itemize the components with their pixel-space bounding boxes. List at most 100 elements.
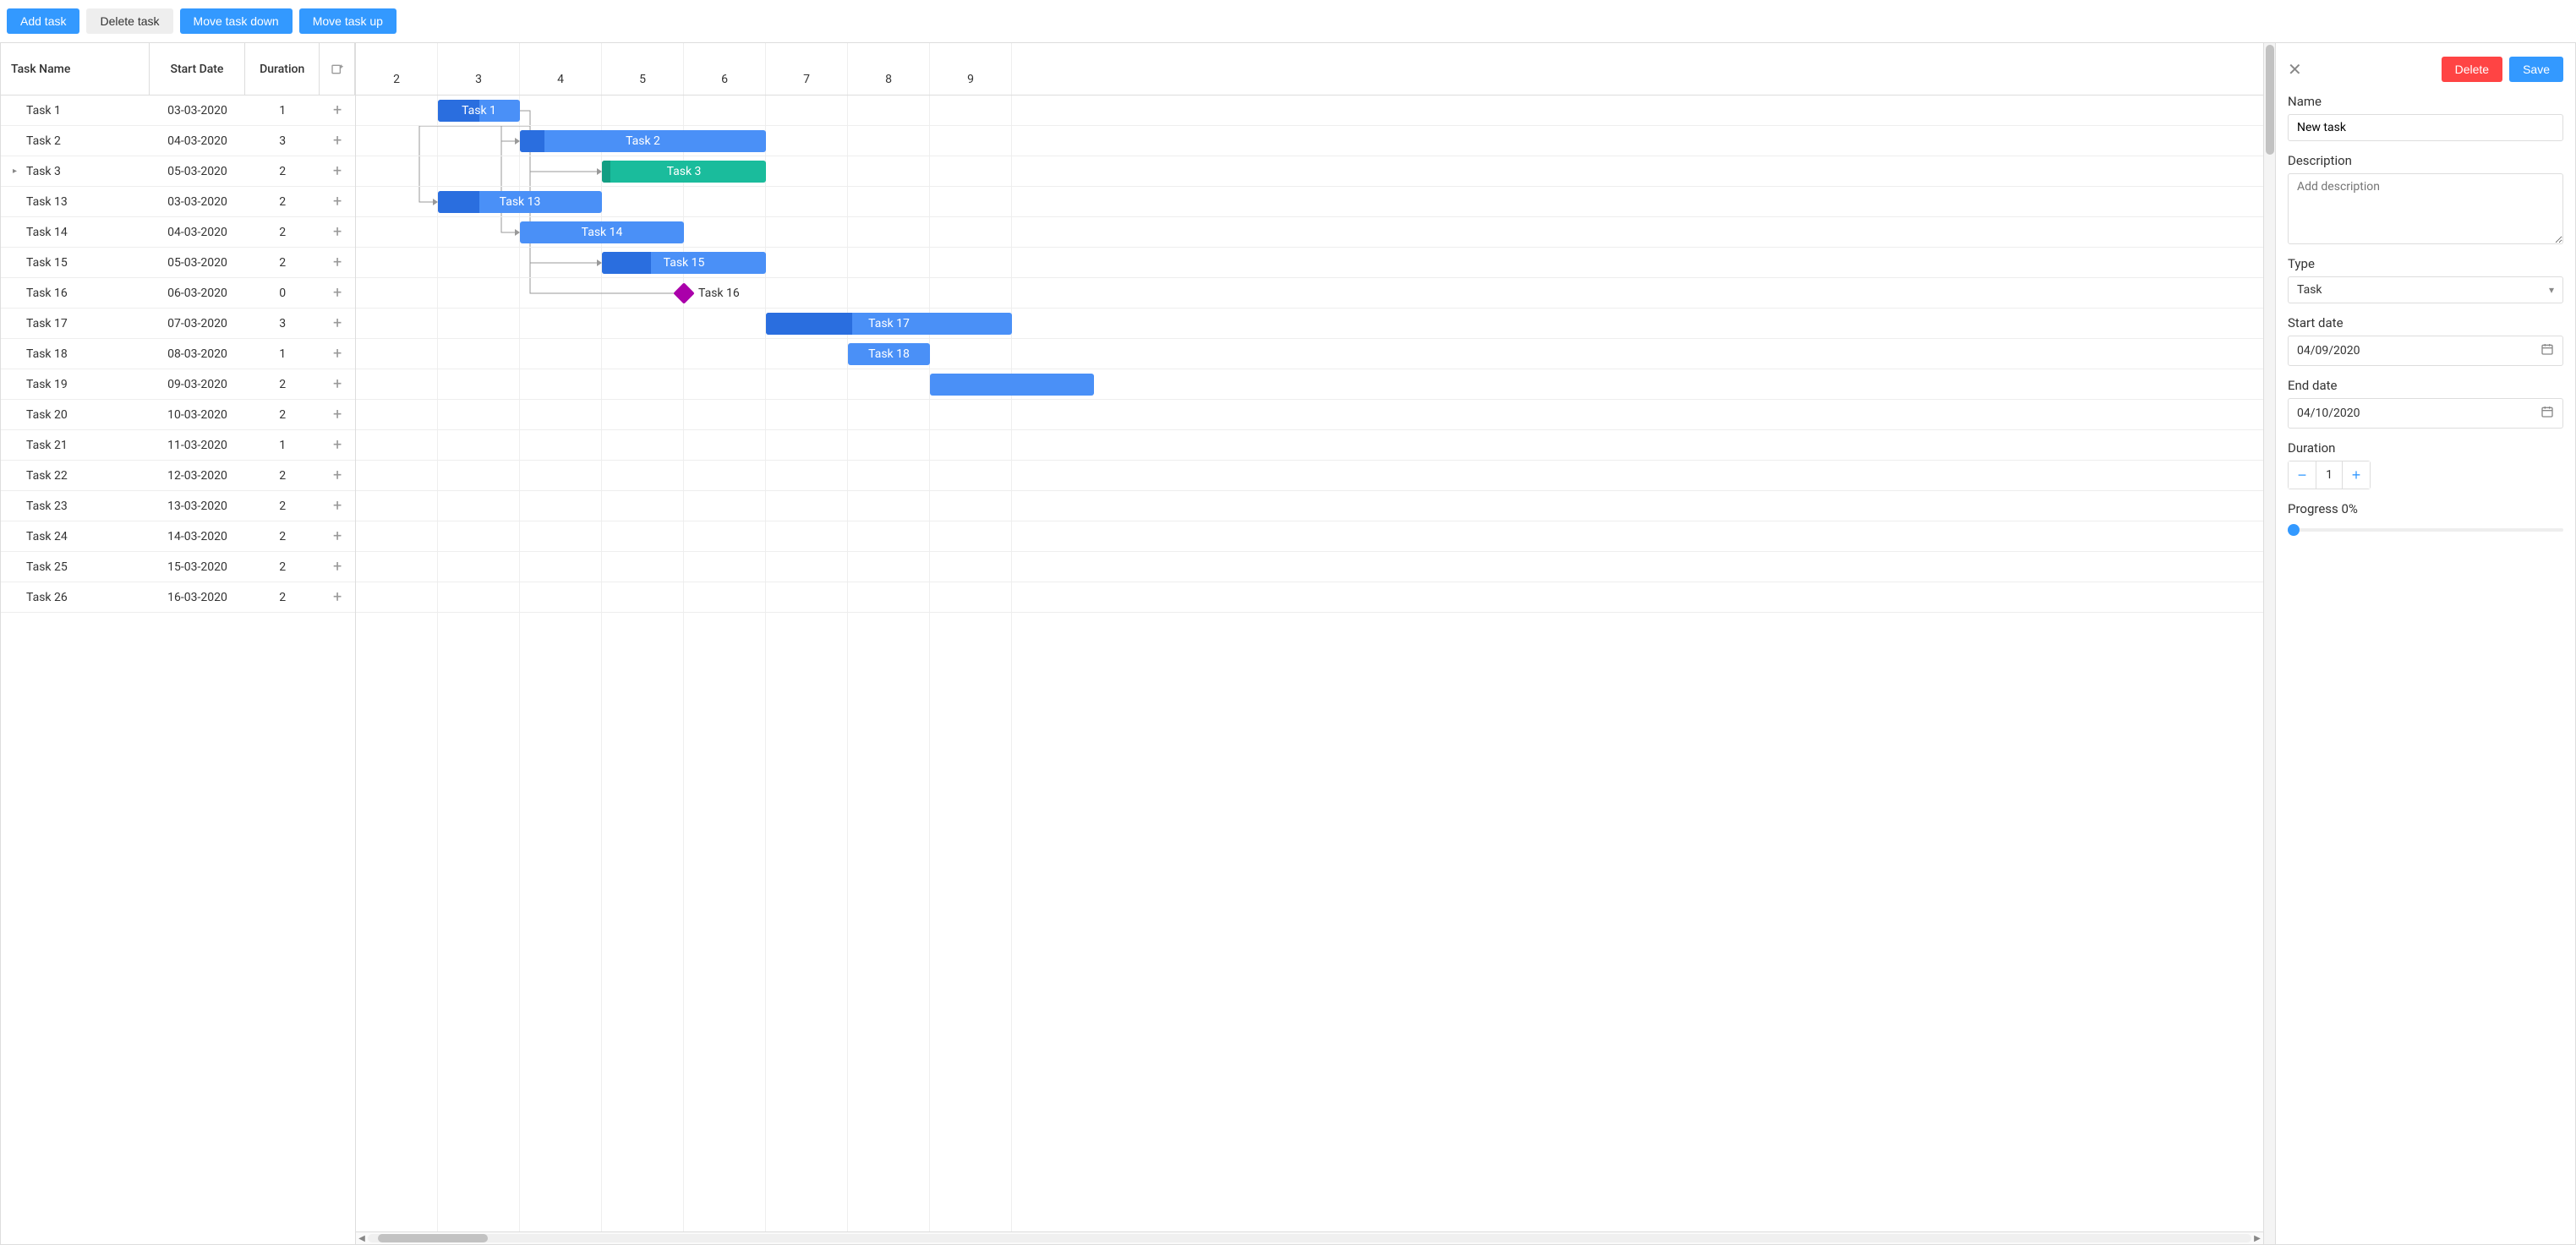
- table-row[interactable]: Task 13 03-03-2020 2 +: [1, 187, 355, 217]
- gantt-row: [356, 521, 2263, 552]
- panel-delete-button[interactable]: Delete: [2442, 57, 2502, 82]
- gantt-row: Task 3: [356, 156, 2263, 187]
- cell-duration: 3: [245, 309, 320, 338]
- gantt-row: Task 17: [356, 309, 2263, 339]
- add-subtask-button[interactable]: +: [320, 491, 355, 521]
- cell-start-date: 03-03-2020: [150, 187, 246, 216]
- add-subtask-button[interactable]: +: [320, 430, 355, 460]
- table-row[interactable]: ▸ Task 3 05-03-2020 2 +: [1, 156, 355, 187]
- add-subtask-button[interactable]: +: [320, 187, 355, 216]
- gantt-bar-label: Task 1: [455, 104, 503, 117]
- cell-duration: 1: [245, 339, 320, 369]
- col-header-name[interactable]: Task Name: [1, 43, 150, 95]
- gantt-bar[interactable]: [930, 374, 1094, 396]
- cell-start-date: 14-03-2020: [150, 521, 246, 551]
- gantt-bar[interactable]: Task 2: [520, 130, 766, 152]
- scroll-right-icon[interactable]: ▶: [2251, 1234, 2263, 1243]
- close-icon[interactable]: ✕: [2288, 61, 2302, 78]
- cell-duration: 2: [245, 248, 320, 277]
- start-date-input[interactable]: 04/09/2020: [2288, 336, 2563, 366]
- name-input[interactable]: [2288, 114, 2563, 141]
- col-header-add[interactable]: [320, 43, 355, 95]
- table-row[interactable]: Task 22 12-03-2020 2 +: [1, 461, 355, 491]
- add-subtask-button[interactable]: +: [320, 156, 355, 186]
- col-header-duration[interactable]: Duration: [245, 43, 320, 95]
- expand-icon[interactable]: ▸: [13, 167, 21, 176]
- col-header-start[interactable]: Start Date: [150, 43, 246, 95]
- gantt-bar[interactable]: Task 18: [848, 343, 930, 365]
- cell-start-date: 11-03-2020: [150, 430, 246, 460]
- progress-thumb[interactable]: [2288, 524, 2300, 536]
- move-up-button[interactable]: Move task up: [299, 8, 397, 34]
- stepper-plus-button[interactable]: +: [2343, 461, 2370, 489]
- table-row[interactable]: Task 15 05-03-2020 2 +: [1, 248, 355, 278]
- add-subtask-button[interactable]: +: [320, 582, 355, 612]
- timescale: 23456789: [356, 43, 2263, 96]
- delete-task-button[interactable]: Delete task: [86, 8, 172, 34]
- gantt-bar[interactable]: Task 13: [438, 191, 602, 213]
- table-row[interactable]: Task 14 04-03-2020 2 +: [1, 217, 355, 248]
- type-select[interactable]: Task ▾: [2288, 276, 2563, 303]
- cell-duration: 2: [245, 217, 320, 247]
- add-subtask-button[interactable]: +: [320, 400, 355, 429]
- table-row[interactable]: Task 24 14-03-2020 2 +: [1, 521, 355, 552]
- v-scrollbar[interactable]: [2263, 43, 2275, 1244]
- h-scroll-thumb[interactable]: [378, 1234, 488, 1242]
- table-row[interactable]: Task 17 07-03-2020 3 +: [1, 309, 355, 339]
- add-subtask-button[interactable]: +: [320, 217, 355, 247]
- cell-task-name: Task 19: [1, 369, 150, 399]
- add-subtask-button[interactable]: +: [320, 309, 355, 338]
- timescale-cell: 3: [438, 43, 520, 95]
- add-subtask-button[interactable]: +: [320, 461, 355, 490]
- add-subtask-button[interactable]: +: [320, 339, 355, 369]
- add-subtask-button[interactable]: +: [320, 521, 355, 551]
- stepper-minus-button[interactable]: −: [2289, 461, 2316, 489]
- gantt-bar[interactable]: Task 17: [766, 313, 1012, 335]
- v-scroll-thumb[interactable]: [2266, 45, 2274, 155]
- table-row[interactable]: Task 26 16-03-2020 2 +: [1, 582, 355, 613]
- cell-duration: 1: [245, 96, 320, 125]
- gantt-bar[interactable]: Task 1: [438, 100, 520, 122]
- type-field: Type Task ▾: [2288, 256, 2563, 303]
- cell-task-name: Task 18: [1, 339, 150, 369]
- cell-duration: 3: [245, 126, 320, 156]
- table-row[interactable]: Task 25 15-03-2020 2 +: [1, 552, 355, 582]
- cell-task-name-text: Task 19: [26, 378, 68, 391]
- table-row[interactable]: Task 16 06-03-2020 0 +: [1, 278, 355, 309]
- add-subtask-button[interactable]: +: [320, 96, 355, 125]
- gantt-milestone[interactable]: Task 16: [676, 282, 740, 304]
- cell-task-name-text: Task 18: [26, 347, 68, 361]
- add-subtask-button[interactable]: +: [320, 278, 355, 308]
- gantt-bar[interactable]: Task 3: [602, 161, 766, 183]
- cell-start-date: 12-03-2020: [150, 461, 246, 490]
- gantt-row: Task 18: [356, 339, 2263, 369]
- table-row[interactable]: Task 18 08-03-2020 1 +: [1, 339, 355, 369]
- gantt-bar-label: Task 13: [493, 195, 548, 209]
- table-row[interactable]: Task 20 10-03-2020 2 +: [1, 400, 355, 430]
- table-row[interactable]: Task 23 13-03-2020 2 +: [1, 491, 355, 521]
- move-down-button[interactable]: Move task down: [180, 8, 293, 34]
- table-row[interactable]: Task 1 03-03-2020 1 +: [1, 96, 355, 126]
- gantt-bar[interactable]: Task 15: [602, 252, 766, 274]
- add-subtask-button[interactable]: +: [320, 248, 355, 277]
- progress-slider[interactable]: [2288, 521, 2563, 538]
- task-editor-panel: ✕ Delete Save Name Description Type Task…: [2275, 43, 2575, 1244]
- add-subtask-button[interactable]: +: [320, 126, 355, 156]
- table-row[interactable]: Task 21 11-03-2020 1 +: [1, 430, 355, 461]
- gantt-bar[interactable]: Task 14: [520, 221, 684, 243]
- name-label: Name: [2288, 94, 2563, 109]
- end-date-input[interactable]: 04/10/2020: [2288, 398, 2563, 429]
- add-subtask-button[interactable]: +: [320, 369, 355, 399]
- table-row[interactable]: Task 2 04-03-2020 3 +: [1, 126, 355, 156]
- scroll-left-icon[interactable]: ◀: [356, 1234, 368, 1243]
- table-row[interactable]: Task 19 09-03-2020 2 +: [1, 369, 355, 400]
- add-subtask-button[interactable]: +: [320, 552, 355, 582]
- add-task-button[interactable]: Add task: [7, 8, 79, 34]
- description-input[interactable]: [2288, 173, 2563, 244]
- gantt-row: [356, 552, 2263, 582]
- start-date-value: 04/09/2020: [2297, 344, 2360, 358]
- cell-task-name: Task 14: [1, 217, 150, 247]
- panel-save-button[interactable]: Save: [2509, 57, 2563, 82]
- h-scrollbar[interactable]: ◀ ▶: [356, 1231, 2263, 1244]
- cell-task-name: ▸ Task 3: [1, 156, 150, 186]
